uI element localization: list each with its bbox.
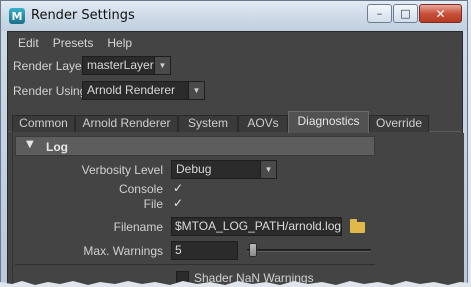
tab-override[interactable]: Override [369, 115, 429, 132]
tab-diagnostics[interactable]: Diagnostics [288, 111, 369, 133]
diagnostics-panel: ▼ Log Verbosity Level Debug ▼ Console ✓ … [12, 133, 376, 287]
chevron-down-icon: ▼ [154, 57, 170, 74]
render-using-label: Render Using [13, 84, 87, 98]
maya-app-icon: M [9, 8, 25, 24]
maximize-button[interactable]: □ [393, 4, 418, 23]
window-title: Render Settings [31, 8, 135, 23]
render-layer-value: masterLayer [87, 58, 154, 72]
expand-triangle-icon: ▼ [26, 139, 34, 150]
title-bar[interactable]: M Render Settings – □ ✕ [1, 1, 467, 31]
tab-arnold-renderer[interactable]: Arnold Renderer [75, 115, 178, 132]
menu-bar: Edit Presets Help [8, 32, 462, 53]
file-checkbox[interactable]: ✓ [173, 196, 183, 210]
filename-label: Filename [113, 220, 163, 234]
log-section-header[interactable]: ▼ Log [15, 136, 375, 156]
console-checkbox[interactable]: ✓ [173, 181, 183, 195]
max-warnings-slider-handle[interactable] [249, 243, 257, 257]
max-warnings-slider-track[interactable] [247, 249, 371, 252]
log-section-title: Log [46, 140, 68, 154]
section-divider [15, 264, 375, 265]
tab-common[interactable]: Common [12, 115, 75, 132]
tab-system[interactable]: System [178, 115, 238, 132]
side-strip [376, 133, 464, 287]
render-using-value: Arnold Renderer [87, 83, 176, 97]
filename-field[interactable]: $MTOA_LOG_PATH/arnold.log [171, 217, 342, 236]
max-warnings-label: Max. Warnings [83, 244, 163, 258]
folder-icon[interactable] [350, 219, 365, 233]
menu-presets[interactable]: Presets [46, 36, 101, 50]
close-button[interactable]: ✕ [419, 4, 462, 23]
chevron-down-icon: ▼ [260, 161, 276, 178]
minimize-button[interactable]: – [367, 4, 392, 23]
console-label: Console [118, 182, 163, 196]
max-warnings-field[interactable]: 5 [171, 241, 238, 260]
file-label: File [143, 197, 163, 211]
menu-help[interactable]: Help [100, 36, 139, 50]
tab-aovs[interactable]: AOVs [238, 115, 288, 132]
render-layer-dropdown[interactable]: masterLayer ▼ [82, 56, 171, 75]
menu-edit[interactable]: Edit [11, 36, 46, 50]
torn-edge [0, 281, 471, 287]
chevron-down-icon: ▼ [188, 82, 204, 99]
render-layer-label: Render Layer [13, 59, 86, 73]
verbosity-level-dropdown[interactable]: Debug ▼ [171, 160, 277, 179]
render-settings-window: M Render Settings – □ ✕ Edit Presets Hel… [0, 0, 468, 287]
render-using-dropdown[interactable]: Arnold Renderer ▼ [82, 81, 205, 100]
verbosity-level-value: Debug [176, 162, 212, 176]
verbosity-level-label: Verbosity Level [81, 163, 163, 177]
tab-bar: Common Arnold Renderer System AOVs Diagn… [8, 110, 462, 133]
client-area: Edit Presets Help Render Layer masterLay… [7, 31, 464, 287]
